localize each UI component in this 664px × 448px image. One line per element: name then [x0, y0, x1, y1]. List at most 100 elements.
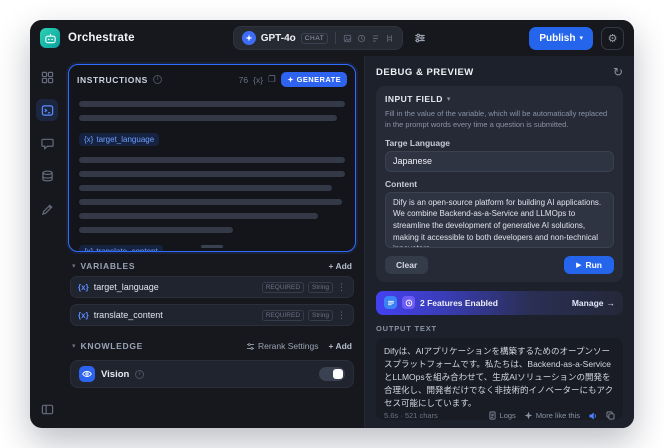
output-text-title: OUTPUT TEXT [376, 323, 437, 333]
rerank-settings-button[interactable]: Rerank Settings [246, 341, 318, 351]
prompt-text-area[interactable]: {x} target_language {x} translate_conten… [69, 89, 355, 251]
play-icon: ▶ [576, 261, 582, 269]
sidebar-item-apps[interactable] [36, 66, 58, 88]
prompt-line [79, 101, 345, 107]
restart-icon[interactable]: ↻ [613, 65, 623, 79]
chevron-down-icon: ▾ [579, 35, 583, 42]
publish-label: Publish [539, 32, 576, 44]
sparkle-icon [524, 411, 533, 420]
clear-button[interactable]: Clear [385, 255, 429, 274]
more-like-this-label: More like this [535, 411, 580, 421]
input-field-card: INPUT FIELD ▾ Fill in the value of the v… [376, 86, 623, 282]
run-label: Run [585, 259, 602, 270]
input-field-description: Fill in the value of the variable, which… [385, 109, 608, 129]
more-like-this-button[interactable]: More like this [524, 411, 580, 420]
model-parameters-icon[interactable] [409, 27, 431, 49]
variable-chip-label: translate_content [96, 247, 157, 251]
model-capability-icon [357, 34, 366, 43]
variable-chip-label: target_language [96, 135, 155, 144]
model-capability-icon [385, 34, 394, 43]
topbar: Orchestrate GPT-4o CHAT Publish ▾ ⚙ [30, 20, 634, 56]
variable-row[interactable]: {x} target_language REQUIRED String ⋮ [70, 276, 354, 298]
sidebar-item-datasets[interactable] [36, 165, 58, 187]
vision-feature-card: Vision i [70, 360, 354, 388]
publish-button[interactable]: Publish ▾ [529, 26, 593, 50]
variable-icon: {x} [84, 247, 93, 251]
toggle-knob [333, 369, 343, 379]
model-provider-icon [241, 31, 256, 45]
variable-icon: {x} [78, 310, 89, 320]
prompt-line [79, 213, 319, 219]
rerank-settings-label: Rerank Settings [257, 341, 319, 351]
sliders-icon [246, 342, 255, 350]
generate-button[interactable]: GENERATE [280, 72, 347, 87]
instructions-editor[interactable]: INSTRUCTIONS i 76 {x} ❐ GENERATE {x} tar… [68, 64, 356, 252]
app-window: Orchestrate GPT-4o CHAT Publish ▾ ⚙ INST… [30, 20, 634, 428]
manage-label: Manage [571, 297, 604, 308]
manage-features-button[interactable]: Manage → [572, 298, 615, 308]
token-count: 76 [238, 74, 249, 85]
sidebar-item-logs[interactable] [36, 132, 58, 154]
add-knowledge-button[interactable]: + Add [328, 341, 352, 351]
resize-handle[interactable] [201, 245, 223, 248]
output-text: Difyは、AIアプリケーションを構築するためのオープンソースプラットフォームで… [384, 345, 614, 409]
generate-label: GENERATE [296, 75, 341, 84]
model-name: GPT-4o [260, 32, 296, 44]
debug-preview-panel: DEBUG & PREVIEW ↻ INPUT FIELD ▾ Fill in … [364, 56, 634, 428]
debug-preview-title: DEBUG & PREVIEW [376, 66, 474, 78]
settings-button[interactable]: ⚙ [601, 26, 624, 50]
input-field-title: INPUT FIELD [385, 94, 443, 104]
page-title: Orchestrate [68, 32, 135, 44]
variable-row[interactable]: {x} translate_content REQUIRED String ⋮ [70, 304, 354, 326]
file-icon [489, 411, 496, 420]
required-badge: REQUIRED [261, 309, 305, 321]
copy-icon[interactable] [606, 411, 615, 420]
prompt-line [79, 157, 345, 163]
field-label: Content [385, 178, 418, 189]
collapse-sidebar-icon[interactable] [36, 398, 58, 420]
row-menu-icon[interactable]: ⋮ [337, 282, 346, 293]
model-selector[interactable]: GPT-4o CHAT [232, 26, 404, 50]
run-button[interactable]: ▶ Run [564, 255, 614, 274]
type-badge: String [308, 281, 333, 293]
variables-title: VARIABLES [80, 261, 136, 271]
features-banner[interactable]: 2 Features Enabled Manage → [376, 290, 623, 315]
info-icon[interactable]: i [152, 75, 162, 84]
app-logo-icon[interactable] [40, 28, 60, 48]
variable-icon: {x} [78, 282, 89, 292]
type-badge: String [308, 309, 333, 321]
variable-chip[interactable]: {x} target_language [79, 133, 160, 146]
knowledge-section-header[interactable]: ▾ KNOWLEDGE Rerank Settings + Add [68, 332, 356, 356]
vision-icon [79, 366, 95, 382]
model-mode-badge: CHAT [300, 32, 329, 44]
logs-button[interactable]: Logs [488, 411, 516, 420]
row-menu-icon[interactable]: ⋮ [337, 310, 346, 321]
insert-variable-icon[interactable]: {x} [253, 75, 263, 85]
target-language-input[interactable] [385, 150, 614, 172]
output-card: Difyは、AIアプリケーションを構築するためのオープンソースプラットフォームで… [376, 337, 623, 421]
model-capability-icon [343, 34, 352, 43]
add-variable-button[interactable]: + Add [328, 261, 352, 271]
content-input[interactable]: Dify is an open-source platform for buil… [385, 191, 614, 248]
features-enabled-text: 2 Features Enabled [420, 297, 498, 308]
vision-toggle[interactable] [319, 367, 345, 381]
info-icon[interactable]: i [135, 369, 145, 379]
instructions-title: INSTRUCTIONS [77, 74, 148, 85]
knowledge-title: KNOWLEDGE [80, 341, 144, 351]
variables-section-header[interactable]: ▾ VARIABLES + Add [68, 252, 356, 276]
variable-chip[interactable]: {x} translate_content [79, 245, 163, 251]
input-field-header[interactable]: INPUT FIELD ▾ [385, 94, 614, 104]
divider [335, 32, 337, 44]
sidebar-item-orchestrate[interactable] [36, 99, 58, 121]
output-meta: 5.6s · 521 chars [384, 411, 438, 421]
copy-icon[interactable]: ❐ [268, 74, 276, 85]
model-config-area: GPT-4o CHAT [143, 26, 522, 50]
variable-name: target_language [93, 282, 159, 292]
chevron-down-icon: ▾ [446, 96, 451, 103]
feature-icon [384, 296, 397, 310]
feature-icon [402, 296, 415, 310]
sidebar-item-tools[interactable] [36, 198, 58, 220]
speaker-icon[interactable] [588, 411, 598, 421]
sparkle-icon [287, 76, 294, 83]
prompt-line [79, 199, 343, 205]
